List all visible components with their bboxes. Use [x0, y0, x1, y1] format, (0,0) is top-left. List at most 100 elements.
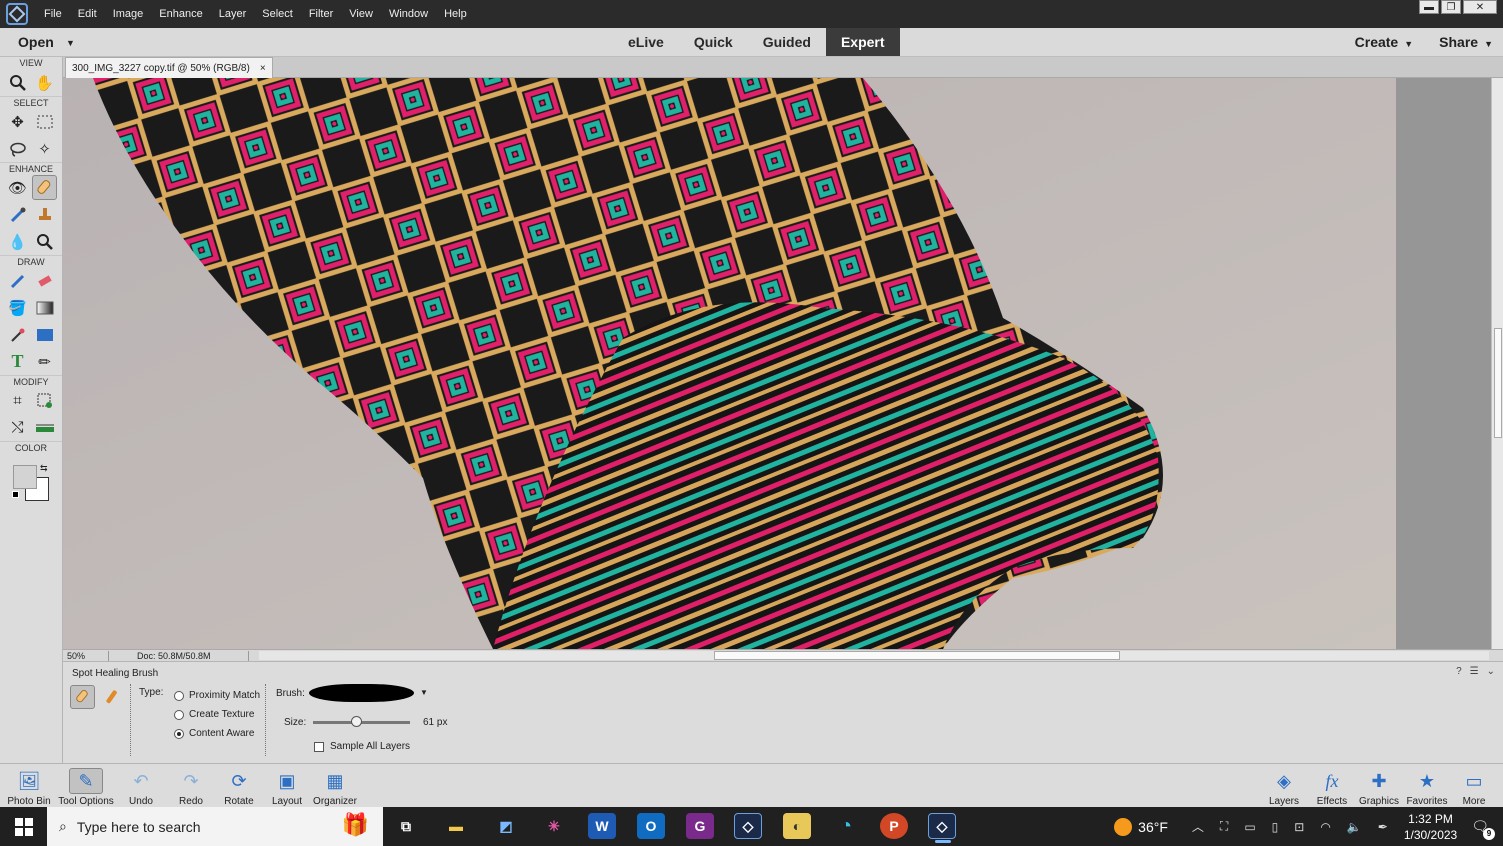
- proximity-match-radio[interactable]: Proximity Match: [174, 690, 260, 701]
- notification-center-icon[interactable]: 🗨 9: [1471, 818, 1495, 840]
- default-colors-icon[interactable]: [12, 491, 19, 498]
- meet-now-icon[interactable]: ⛶: [1220, 819, 1228, 834]
- type-tool-icon[interactable]: T: [5, 349, 30, 374]
- pencil-tool-icon[interactable]: ✏: [32, 349, 57, 374]
- word-icon[interactable]: W: [588, 813, 616, 839]
- spot-healing-brush-option-icon[interactable]: [70, 685, 95, 709]
- content-aware-radio[interactable]: Content Aware: [174, 728, 254, 739]
- menu-image[interactable]: Image: [105, 8, 152, 20]
- smart-brush-tool-icon[interactable]: [5, 202, 30, 227]
- foreground-color-swatch[interactable]: [13, 465, 37, 489]
- photo-bin-button[interactable]: 🖼 Photo Bin: [1, 764, 57, 808]
- tab-guided[interactable]: Guided: [748, 28, 826, 56]
- task-view-icon[interactable]: ⧉: [392, 813, 420, 839]
- close-document-icon[interactable]: ×: [260, 63, 266, 74]
- photoshop-elements-active-icon[interactable]: ◇: [928, 813, 956, 843]
- recompose-tool-icon[interactable]: [32, 388, 57, 413]
- outlook-icon[interactable]: O: [637, 813, 665, 839]
- content-aware-move-tool-icon[interactable]: ⤭: [5, 415, 30, 440]
- open-button[interactable]: Open: [18, 34, 54, 50]
- menu-window[interactable]: Window: [381, 8, 436, 20]
- canvas-area[interactable]: [63, 78, 1491, 649]
- battery-icon[interactable]: ▭: [1244, 820, 1255, 834]
- undo-button[interactable]: ↶ Undo: [113, 764, 169, 808]
- slack-icon[interactable]: ✳: [540, 813, 568, 839]
- show-hidden-icons-chevron-icon[interactable]: ︿: [1192, 818, 1204, 835]
- eyedropper-tool-icon[interactable]: [5, 322, 30, 347]
- file-explorer-icon[interactable]: ▬: [442, 813, 470, 839]
- tab-expert[interactable]: Expert: [825, 28, 900, 56]
- photoshop-elements-editor-icon[interactable]: ◇: [734, 813, 762, 839]
- photo-canvas[interactable]: [63, 78, 1396, 649]
- vertical-scroll-thumb[interactable]: [1494, 328, 1502, 438]
- start-button[interactable]: [0, 807, 47, 846]
- create-texture-radio[interactable]: Create Texture: [174, 709, 254, 720]
- menu-file[interactable]: File: [36, 8, 70, 20]
- minimize-button[interactable]: ▬: [1419, 0, 1439, 14]
- create-button[interactable]: Create ▼: [1355, 34, 1414, 50]
- sample-all-layers-checkbox[interactable]: Sample All Layers: [314, 741, 410, 752]
- menu-enhance[interactable]: Enhance: [151, 8, 210, 20]
- menu-select[interactable]: Select: [254, 8, 301, 20]
- brush-preset-preview[interactable]: [309, 684, 414, 702]
- desktop-app-icon[interactable]: ◩: [492, 813, 520, 839]
- spot-healing-brush-tool-icon[interactable]: [32, 175, 57, 200]
- clone-stamp-tool-icon[interactable]: [32, 202, 57, 227]
- red-eye-tool-icon[interactable]: 👁: [5, 175, 30, 200]
- straighten-tool-icon[interactable]: [32, 415, 57, 440]
- healing-brush-option-icon[interactable]: [99, 685, 124, 709]
- menu-filter[interactable]: Filter: [301, 8, 341, 20]
- marquee-tool-icon[interactable]: [32, 109, 57, 134]
- crop-tool-icon[interactable]: ⌗: [5, 388, 30, 413]
- tab-quick[interactable]: Quick: [679, 28, 748, 56]
- display-icon[interactable]: ⊡: [1294, 820, 1304, 834]
- usb-device-icon[interactable]: ▯: [1272, 820, 1279, 834]
- tool-options-button[interactable]: ✎ Tool Options: [58, 764, 114, 808]
- menu-help[interactable]: Help: [436, 8, 475, 20]
- hand-tool-icon[interactable]: ✋: [32, 70, 57, 95]
- size-slider-knob[interactable]: [350, 716, 362, 727]
- move-tool-icon[interactable]: ✥: [5, 109, 30, 134]
- pen-icon[interactable]: ✒: [1378, 820, 1388, 834]
- brush-tool-icon[interactable]: [5, 268, 30, 293]
- taskbar-search-box[interactable]: ⌕ Type here to search 🎁: [47, 807, 383, 846]
- organizer-button[interactable]: ▦ Organizer: [307, 764, 363, 808]
- quick-selection-tool-icon[interactable]: ✧: [32, 136, 57, 161]
- powerpoint-icon[interactable]: P: [880, 813, 908, 839]
- help-icon[interactable]: ?: [1456, 666, 1462, 677]
- size-slider[interactable]: [313, 716, 410, 727]
- open-dropdown-caret-icon[interactable]: ▼: [66, 38, 75, 48]
- menu-layer[interactable]: Layer: [211, 8, 255, 20]
- more-button[interactable]: ▭ More: [1446, 764, 1502, 808]
- menu-edit[interactable]: Edit: [70, 8, 105, 20]
- brush-dropdown-caret-icon[interactable]: ▼: [420, 688, 428, 697]
- close-window-button[interactable]: ✕: [1463, 0, 1497, 14]
- eraser-tool-icon[interactable]: [32, 268, 57, 293]
- horizontal-scrollbar[interactable]: [259, 651, 1489, 660]
- gradient-tool-icon[interactable]: [32, 295, 57, 320]
- vertical-scrollbar[interactable]: [1491, 78, 1503, 649]
- collapse-panel-icon[interactable]: ⌄: [1487, 666, 1495, 677]
- edge-browser-icon[interactable]: ◔: [832, 813, 860, 839]
- share-button[interactable]: Share ▼: [1439, 34, 1493, 50]
- zoom-level[interactable]: 50%: [63, 650, 109, 661]
- shape-tool-icon[interactable]: [32, 322, 57, 347]
- zoom-tool-icon[interactable]: [5, 70, 30, 95]
- weather-widget[interactable]: 36°F: [1114, 817, 1168, 836]
- paint-bucket-tool-icon[interactable]: 🪣: [5, 295, 30, 320]
- pdf-app-icon[interactable]: G: [686, 813, 714, 839]
- document-tab[interactable]: 300_IMG_3227 copy.tif @ 50% (RGB/8) ×: [65, 57, 273, 78]
- clock[interactable]: 1:32 PM 1/30/2023: [1404, 811, 1457, 843]
- lasso-tool-icon[interactable]: [5, 136, 30, 161]
- swap-colors-icon[interactable]: ⇆: [40, 463, 48, 474]
- panel-menu-icon[interactable]: ☰: [1470, 666, 1479, 677]
- size-value[interactable]: 61 px: [423, 717, 447, 728]
- volume-icon[interactable]: 🔈: [1347, 820, 1362, 834]
- horizontal-scroll-thumb[interactable]: [714, 651, 1120, 660]
- tab-elive[interactable]: eLive: [613, 28, 679, 56]
- sponge-tool-icon[interactable]: [32, 229, 57, 254]
- image-viewer-icon[interactable]: ◐: [783, 813, 811, 839]
- restore-button[interactable]: ❐: [1441, 0, 1461, 14]
- blur-tool-icon[interactable]: 💧: [5, 229, 30, 254]
- menu-view[interactable]: View: [341, 8, 381, 20]
